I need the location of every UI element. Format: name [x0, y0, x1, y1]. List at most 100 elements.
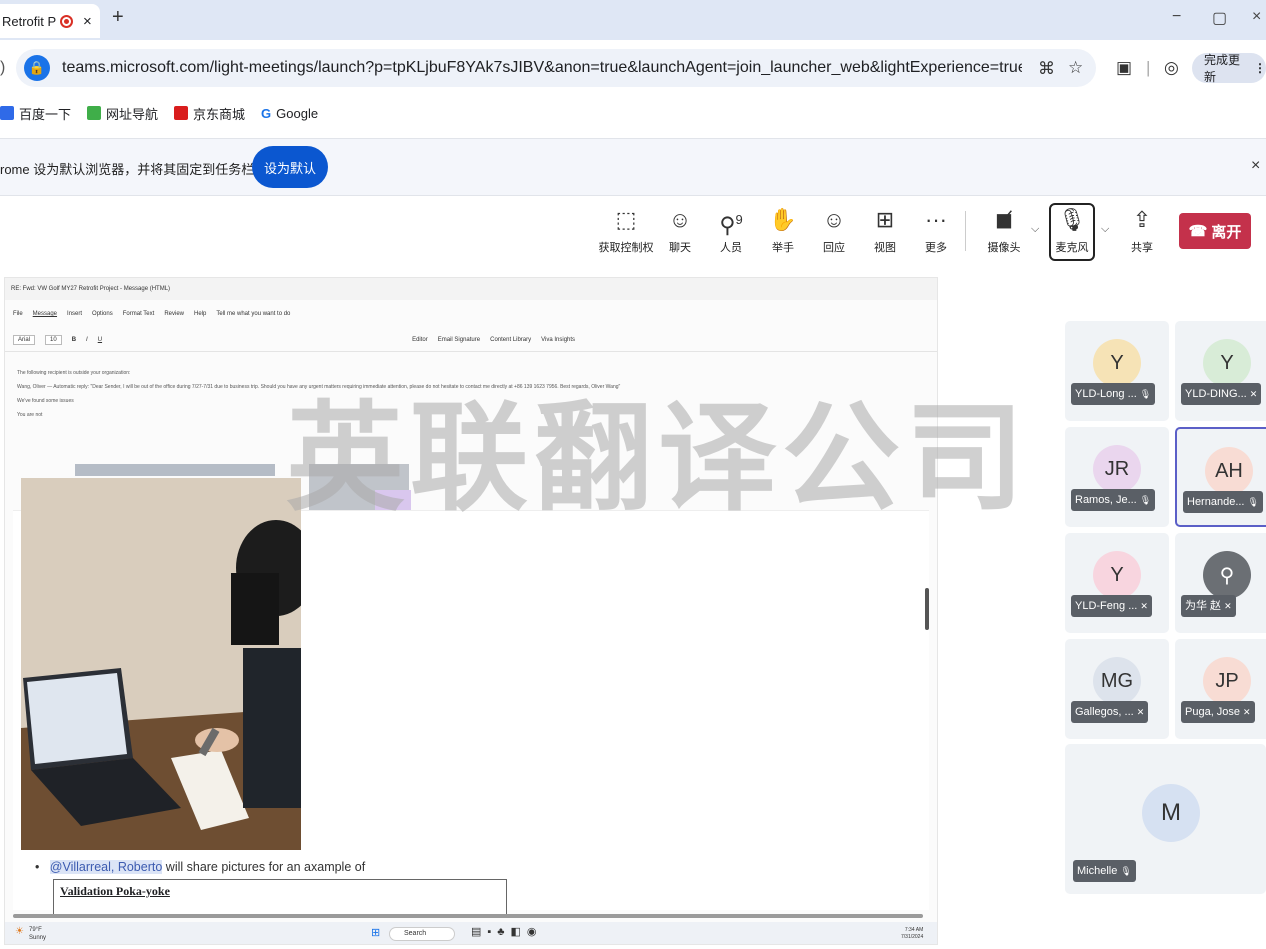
toolbar-divider	[965, 211, 966, 251]
bookmark-label: Google	[276, 105, 319, 121]
participant-name: Ramos, Je... 🎙	[1071, 489, 1156, 511]
participant-avatar: JR	[1093, 445, 1141, 493]
react-icon: ☺	[822, 207, 846, 232]
participant-name: Hernande... 🎙	[1183, 491, 1263, 513]
participant-tile[interactable]: MG Gallegos, ... ✕	[1065, 639, 1169, 739]
mic-options-chevron-icon[interactable]: ⌵	[1101, 223, 1109, 236]
ribbon-item: Editor	[412, 336, 428, 343]
participant-name: YLD-Feng ... ✕	[1071, 595, 1152, 617]
update-button[interactable]: 完成更新 ⋮	[1192, 53, 1266, 84]
view-label: 视图	[874, 242, 896, 254]
camera-button[interactable]: ◼̸ 摄像头	[975, 207, 1033, 255]
participant-tile[interactable]: ⚲ 为华 赵 ✕	[1175, 533, 1266, 633]
participant-name: 为华 赵 ✕	[1181, 595, 1236, 617]
nav-icon	[87, 106, 102, 120]
chat-button[interactable]: ☺ 聊天	[651, 207, 709, 255]
menu-item: File	[13, 311, 23, 317]
taskbar-apps-icon: ▤▪♣◧◉	[471, 926, 543, 938]
participant-tile[interactable]: M Michelle 🎙	[1065, 744, 1266, 894]
people-button[interactable]: ⚲9 人员	[702, 207, 760, 255]
email-scrollbar[interactable]	[923, 518, 931, 908]
weather-temp: 79°F	[29, 927, 42, 933]
bookmark-jd[interactable]: 京东商城	[174, 104, 245, 123]
mic-on-icon: 🎙	[1247, 497, 1259, 507]
horizontal-scrollbar	[13, 914, 923, 918]
google-icon: G	[261, 105, 272, 121]
minimize-button[interactable]: −	[1172, 8, 1181, 26]
tell-me-box: Tell me what you want to do	[216, 311, 291, 317]
clock-date: 7/31/2024	[901, 934, 924, 940]
share-button[interactable]: ⇪ 共享	[1113, 207, 1171, 255]
mic-muted-icon: ✕	[1140, 601, 1148, 611]
leave-button[interactable]: ☎ 离开	[1179, 213, 1251, 249]
participant-avatar: MG	[1093, 657, 1141, 705]
mic-muted-icon: ✕	[1243, 707, 1251, 717]
people-icon: ⚲9	[719, 212, 743, 238]
participant-tile[interactable]: JP Puga, Jose ✕	[1175, 639, 1266, 739]
participant-name: YLD-Long ... 🎙	[1071, 383, 1156, 405]
bookmark-google[interactable]: G Google	[261, 106, 318, 121]
mic-muted-icon: ✕	[1249, 389, 1258, 399]
restore-button[interactable]: ▢	[1212, 8, 1227, 28]
reading-mode-icon[interactable]: ▣	[1116, 58, 1132, 78]
bullet-item: • @Villarreal, Roberto will share pictur…	[35, 860, 366, 874]
camera-options-chevron-icon[interactable]: ⌵	[1031, 223, 1039, 236]
toolbar-divider: |	[1146, 58, 1151, 77]
participant-tile[interactable]: Y YLD-DING... ✕	[1175, 321, 1266, 421]
profile-icon[interactable]: ◎	[1164, 58, 1179, 78]
menu-item: Insert	[67, 311, 83, 317]
hang-up-icon: ☎	[1188, 223, 1208, 240]
tab-title: Retrofit P	[2, 13, 56, 29]
validation-box: Validation Poka-yoke	[53, 879, 507, 915]
ribbon-item: Viva Insights	[541, 336, 576, 343]
bookmarks-bar: 百度一下 网址导航 京东商城 G Google	[0, 96, 1266, 130]
react-button[interactable]: ☺ 回应	[805, 207, 863, 255]
watermark-text: 英联翻译公司	[286, 389, 1031, 527]
outlook-menu: File Message Insert Options Format Text …	[5, 306, 937, 322]
menu-item: Format Text	[122, 311, 155, 317]
participant-tile[interactable]: JR Ramos, Je... 🎙	[1065, 427, 1169, 527]
people-label: 人员	[720, 242, 742, 254]
update-label: 完成更新	[1204, 53, 1241, 84]
url-text[interactable]: teams.microsoft.com/light-meetings/launc…	[62, 59, 1022, 77]
meeting-toolbar: ⬚ 获取控制权 ☺ 聊天 ⚲9 人员 ✋ 举手 ☺ 回应 ⊞ 视图 ··· 更多…	[0, 197, 1266, 273]
bookmark-nav[interactable]: 网址导航	[87, 104, 158, 123]
participant-name: YLD-DING... ✕	[1181, 383, 1262, 405]
mic-button[interactable]: 🎙 麦克风	[1043, 207, 1101, 255]
translate-icon[interactable]: ⌘	[1038, 59, 1055, 79]
omnibox[interactable]: 🔒 teams.microsoft.com/light-meetings/lau…	[16, 49, 1096, 87]
menu-kebab-icon[interactable]: ⋮	[1254, 61, 1266, 75]
new-tab-button[interactable]: +	[112, 6, 124, 29]
mic-muted-icon: ✕	[1224, 601, 1232, 611]
default-browser-infobar: rome 设为默认浏览器，并将其固定到任务栏 设为默认 ×	[0, 138, 1266, 196]
take-control-button[interactable]: ⬚ 获取控制权	[597, 207, 655, 255]
person-icon: ⚲	[1203, 551, 1251, 599]
mic-icon: 🎙	[1058, 207, 1086, 232]
participant-avatar: Y	[1203, 339, 1251, 387]
view-button[interactable]: ⊞ 视图	[856, 207, 914, 255]
outlook-ribbon: Arial 10 BIU Editor Email Signature Cont…	[5, 328, 937, 352]
participant-avatar: Y	[1093, 551, 1141, 599]
clock-time: 7:34 AM	[904, 927, 924, 933]
bookmark-baidu[interactable]: 百度一下	[0, 104, 71, 123]
jd-icon	[174, 106, 189, 120]
recording-icon	[60, 14, 73, 28]
weather-desc: Sunny	[29, 935, 47, 941]
site-info-icon[interactable]: 🔒	[24, 55, 50, 81]
bookmark-label: 网址导航	[106, 106, 159, 122]
more-button[interactable]: ··· 更多	[907, 207, 965, 255]
raise-hand-button[interactable]: ✋ 举手	[754, 207, 812, 255]
participant-tile[interactable]: Y YLD-Long ... 🎙	[1065, 321, 1169, 421]
reload-icon[interactable]: )	[0, 59, 5, 77]
close-window-button[interactable]: ×	[1252, 8, 1261, 26]
bookmark-star-icon[interactable]: ☆	[1068, 58, 1083, 78]
browser-tab[interactable]: Retrofit P ×	[0, 4, 100, 38]
infobar-close-icon[interactable]: ×	[1251, 157, 1260, 175]
set-default-button[interactable]: 设为默认	[252, 146, 328, 188]
menu-item: Help	[194, 311, 207, 317]
tab-close-icon[interactable]: ×	[83, 13, 92, 30]
mic-muted-icon: ✕	[1136, 707, 1145, 717]
font-size-box: 10	[45, 334, 62, 345]
participant-tile-speaking[interactable]: AH Hernande... 🎙	[1175, 427, 1266, 527]
participant-tile[interactable]: Y YLD-Feng ... ✕	[1065, 533, 1169, 633]
